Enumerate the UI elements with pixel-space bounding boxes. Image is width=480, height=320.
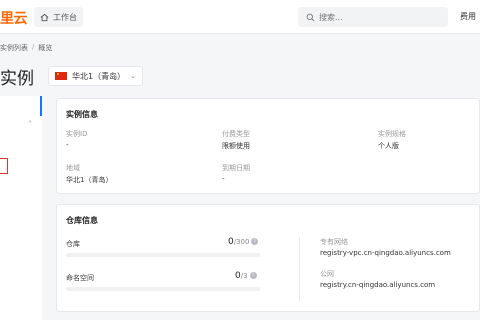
china-flag-icon [55, 72, 67, 80]
search-input[interactable] [319, 12, 429, 22]
repo-count: 0/300 i [228, 237, 259, 247]
instance-spec-value: 个人版 [378, 142, 399, 150]
region-field-value: 华北1（青岛） [66, 176, 113, 184]
instance-info-title: 实例信息 [66, 110, 98, 119]
info-icon[interactable]: i [249, 272, 257, 279]
billing-type-label: 付费类型 [222, 130, 250, 138]
breadcrumb-overview: 概览 [38, 44, 53, 52]
instance-spec-label: 实例规格 [378, 130, 406, 138]
page-title: 实例 [0, 69, 34, 89]
search-icon [306, 13, 315, 21]
brand-logo[interactable]: 里云 [0, 8, 28, 28]
top-navbar: 里云 工作台 费用 [0, 0, 480, 34]
active-menu-indicator [40, 96, 42, 116]
side-menu: ˄ [0, 96, 42, 320]
repository-info-card: 仓库信息 仓库 0/300 i 命名空间 0/3 i 专有网络 registry-v… [56, 204, 480, 312]
chevron-up-icon[interactable]: ˄ [28, 120, 32, 129]
repo-count-label: 仓库 [66, 240, 80, 248]
region-selector[interactable]: 华北1（青岛） ⌄ [48, 66, 143, 86]
search-box[interactable] [298, 7, 448, 27]
namespace-count: 0/3 i [235, 271, 257, 281]
breadcrumb-instance-list[interactable]: 实例列表 [0, 43, 28, 53]
workbench-label: 工作台 [53, 12, 77, 22]
info-icon[interactable]: i [251, 238, 259, 245]
billing-type-value: 限额使用 [222, 142, 250, 150]
expiry-date-label: 到期日期 [222, 164, 250, 172]
repository-info-title: 仓库信息 [66, 216, 98, 225]
namespace-usage-bar [66, 287, 260, 291]
home-icon [40, 13, 49, 21]
billing-link[interactable]: 费用 [460, 11, 476, 22]
instance-id-value: - [66, 141, 69, 149]
instance-id-label: 实例ID [66, 130, 88, 138]
divider [299, 237, 300, 301]
workbench-button[interactable]: 工作台 [34, 7, 83, 27]
breadcrumb-separator: / [32, 43, 35, 51]
namespace-count-label: 命名空间 [66, 274, 94, 282]
repo-usage-bar [66, 253, 260, 257]
public-endpoint-label: 公网 [320, 270, 334, 278]
vpc-endpoint-label: 专有网络 [320, 238, 348, 246]
instance-info-card: 实例信息 实例ID - 付费类型 限额使用 实例规格 个人版 地域 华北1（青岛… [56, 98, 480, 194]
highlight-box [0, 158, 8, 174]
chevron-down-icon: ⌄ [130, 72, 136, 80]
expiry-date-value: - [222, 175, 225, 183]
namespace-count-total: /3 [240, 272, 248, 280]
public-endpoint-value[interactable]: registry.cn-qingdao.aliyuncs.com [320, 281, 435, 289]
region-field-label: 地域 [66, 164, 80, 172]
vpc-endpoint-value[interactable]: registry-vpc.cn-qingdao.aliyuncs.com [320, 249, 451, 257]
repo-count-total: /300 [233, 238, 250, 246]
region-label: 华北1（青岛） [72, 71, 126, 81]
breadcrumb: 实例列表 / 概览 [0, 43, 52, 53]
